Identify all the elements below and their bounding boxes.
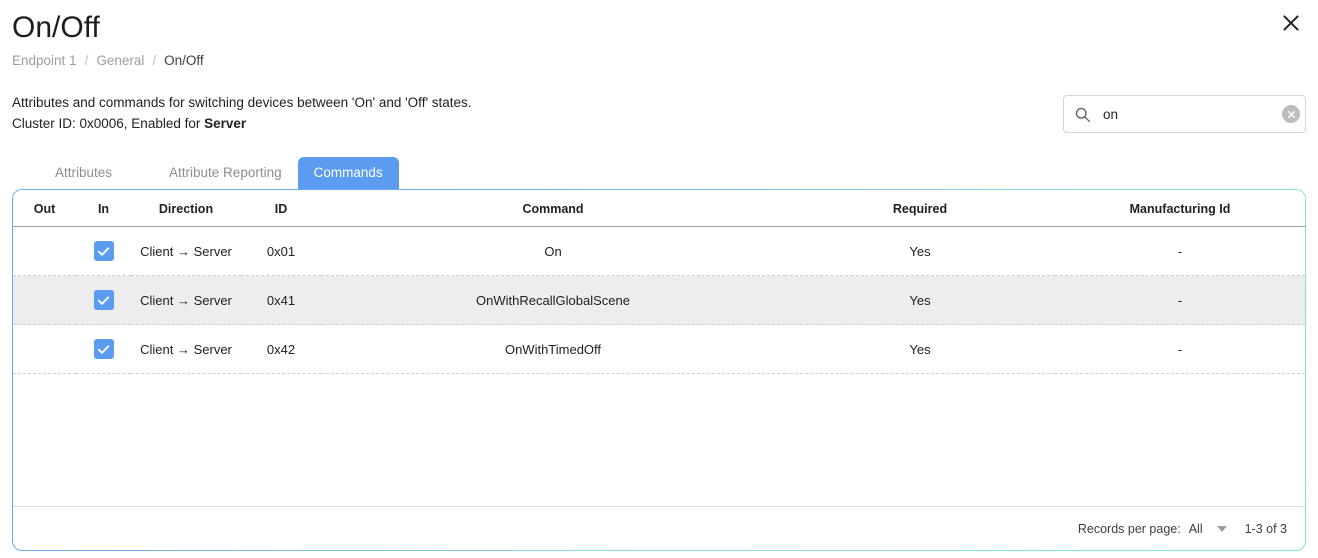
records-per-page-select[interactable]: All xyxy=(1189,522,1227,536)
table-row[interactable]: Client → Server 0x42 OnWithTimedOff Yes … xyxy=(13,325,1305,374)
page-header: On/Off Endpoint 1 / General / On/Off xyxy=(0,0,1318,70)
column-header-required[interactable]: Required xyxy=(785,190,1055,227)
cell-manufacturing-id: - xyxy=(1055,227,1305,276)
column-header-command[interactable]: Command xyxy=(321,190,785,227)
close-icon xyxy=(1282,14,1300,32)
commands-table: Out In Direction ID Command Required Man… xyxy=(13,190,1305,374)
cell-command: OnWithRecallGlobalScene xyxy=(321,276,785,325)
breadcrumb-item-general[interactable]: General xyxy=(96,52,144,70)
tab-attributes[interactable]: Attributes xyxy=(39,157,128,189)
breadcrumb-separator: / xyxy=(144,52,164,70)
in-checkbox[interactable] xyxy=(94,241,114,261)
chevron-down-icon xyxy=(1217,526,1227,532)
check-icon xyxy=(97,294,110,307)
tab-bar: Attributes Attribute Reporting Commands xyxy=(0,157,1318,189)
cell-manufacturing-id: - xyxy=(1055,325,1305,374)
search-clear-button[interactable] xyxy=(1282,105,1300,123)
cell-in xyxy=(76,276,131,325)
cell-direction: Client → Server xyxy=(131,325,241,374)
breadcrumb: Endpoint 1 / General / On/Off xyxy=(12,52,1306,70)
tab-attribute-reporting[interactable]: Attribute Reporting xyxy=(153,157,298,189)
close-button[interactable] xyxy=(1278,10,1304,36)
search-input[interactable] xyxy=(1091,106,1282,123)
search-icon xyxy=(1074,106,1091,123)
table-body: Client → Server 0x01 On Yes - xyxy=(13,227,1305,374)
cell-id: 0x41 xyxy=(241,276,321,325)
column-header-id[interactable]: ID xyxy=(241,190,321,227)
record-range-label: 1-3 of 3 xyxy=(1245,522,1287,536)
cell-required: Yes xyxy=(785,276,1055,325)
cell-in xyxy=(76,227,131,276)
breadcrumb-separator: / xyxy=(77,52,97,70)
cell-id: 0x01 xyxy=(241,227,321,276)
commands-table-card: Out In Direction ID Command Required Man… xyxy=(12,189,1306,551)
in-checkbox[interactable] xyxy=(94,290,114,310)
column-header-direction[interactable]: Direction xyxy=(131,190,241,227)
description-line-1: Attributes and commands for switching de… xyxy=(12,92,472,113)
breadcrumb-item-endpoint[interactable]: Endpoint 1 xyxy=(12,52,77,70)
check-icon xyxy=(97,245,110,258)
cell-in xyxy=(76,325,131,374)
cell-command: On xyxy=(321,227,785,276)
cluster-role-text: Server xyxy=(204,116,246,131)
cluster-id-text: Cluster ID: 0x0006, Enabled for xyxy=(12,116,204,131)
cell-direction: Client → Server xyxy=(131,276,241,325)
records-per-page-label: Records per page: xyxy=(1078,522,1181,536)
cell-out xyxy=(13,276,76,325)
page-title: On/Off xyxy=(12,8,1306,46)
column-header-in[interactable]: In xyxy=(76,190,131,227)
search-box[interactable] xyxy=(1063,95,1306,133)
cluster-description: Attributes and commands for switching de… xyxy=(12,92,472,134)
cell-required: Yes xyxy=(785,325,1055,374)
cell-direction: Client → Server xyxy=(131,227,241,276)
clear-circle-icon xyxy=(1286,109,1297,120)
in-checkbox[interactable] xyxy=(94,339,114,359)
description-line-2: Cluster ID: 0x0006, Enabled for Server xyxy=(12,113,472,134)
description-and-search-row: Attributes and commands for switching de… xyxy=(0,92,1318,134)
check-icon xyxy=(97,343,110,356)
table-empty-space xyxy=(13,374,1305,506)
table-row[interactable]: Client → Server 0x01 On Yes - xyxy=(13,227,1305,276)
table-row[interactable]: Client → Server 0x41 OnWithRecallGlobalS… xyxy=(13,276,1305,325)
cell-id: 0x42 xyxy=(241,325,321,374)
column-header-out[interactable]: Out xyxy=(13,190,76,227)
breadcrumb-item-onoff: On/Off xyxy=(164,52,204,70)
paginator: Records per page: All 1-3 of 3 xyxy=(13,506,1305,550)
records-per-page-value: All xyxy=(1189,522,1203,536)
table-header: Out In Direction ID Command Required Man… xyxy=(13,190,1305,227)
tab-commands[interactable]: Commands xyxy=(298,157,399,189)
cell-command: OnWithTimedOff xyxy=(321,325,785,374)
cell-manufacturing-id: - xyxy=(1055,276,1305,325)
cell-required: Yes xyxy=(785,227,1055,276)
column-header-manufacturing-id[interactable]: Manufacturing Id xyxy=(1055,190,1305,227)
table-header-row: Out In Direction ID Command Required Man… xyxy=(13,190,1305,227)
cell-out xyxy=(13,227,76,276)
cell-out xyxy=(13,325,76,374)
